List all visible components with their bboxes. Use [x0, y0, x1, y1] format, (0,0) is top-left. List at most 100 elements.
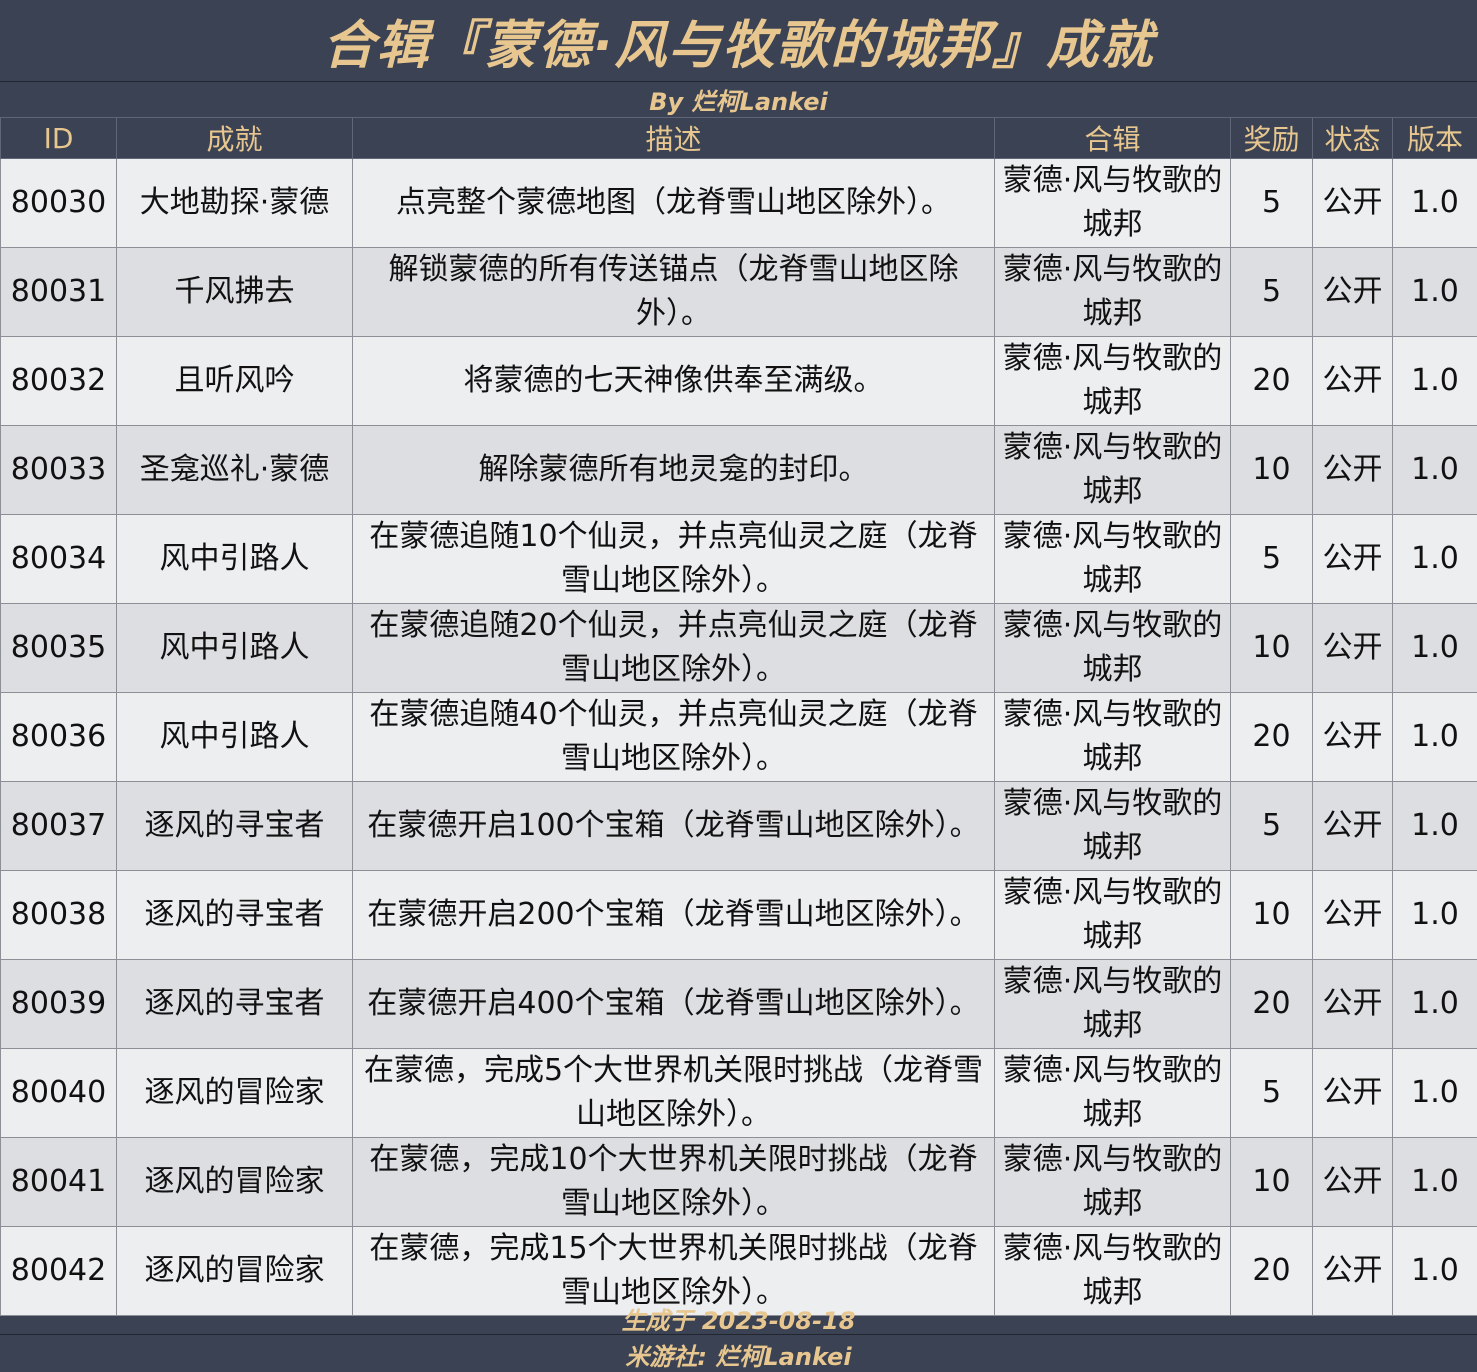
table-row: 80030 大地勘探·蒙德 点亮整个蒙德地图（龙脊雪山地区除外）。 蒙德·风与牧歌的城…	[0, 158, 1477, 248]
cell-desc: 在蒙德开启400个宝箱（龙脊雪山地区除外）。	[352, 959, 995, 1049]
cell-status: 公开	[1312, 870, 1393, 960]
cell-name: 风中引路人	[116, 692, 353, 782]
table-body: 80030 大地勘探·蒙德 点亮整个蒙德地图（龙脊雪山地区除外）。 蒙德·风与牧歌的城…	[0, 158, 1477, 1316]
cell-name: 逐风的冒险家	[116, 1048, 353, 1138]
table-row: 80038 逐风的寻宝者 在蒙德开启200个宝箱（龙脊雪山地区除外）。 蒙德·风与牧歌…	[0, 870, 1477, 960]
cell-series: 蒙德·风与牧歌的城邦	[994, 781, 1231, 871]
cell-name: 圣龛巡礼·蒙德	[116, 425, 353, 515]
cell-status: 公开	[1312, 781, 1393, 871]
cell-desc: 在蒙德追随10个仙灵，并点亮仙灵之庭（龙脊雪山地区除外）。	[352, 514, 995, 604]
cell-name: 逐风的寻宝者	[116, 959, 353, 1049]
column-header-id: ID	[0, 117, 117, 159]
cell-version: 1.0	[1392, 781, 1477, 871]
column-header-desc: 描述	[352, 117, 995, 159]
cell-status: 公开	[1312, 603, 1393, 693]
table-row: 80032 且听风吟 将蒙德的七天神像供奉至满级。 蒙德·风与牧歌的城邦 20 公开 1.0	[0, 336, 1477, 426]
cell-series: 蒙德·风与牧歌的城邦	[994, 158, 1231, 248]
cell-series: 蒙德·风与牧歌的城邦	[994, 1048, 1231, 1138]
cell-reward: 5	[1230, 158, 1313, 248]
cell-status: 公开	[1312, 1137, 1393, 1227]
column-header-version: 版本	[1392, 117, 1477, 159]
cell-desc: 解除蒙德所有地灵龛的封印。	[352, 425, 995, 515]
cell-reward: 10	[1230, 425, 1313, 515]
cell-id: 80031	[0, 247, 117, 337]
cell-version: 1.0	[1392, 247, 1477, 337]
cell-series: 蒙德·风与牧歌的城邦	[994, 692, 1231, 782]
footer-credit: 米游社: 烂柯Lankei	[625, 1343, 852, 1371]
cell-reward: 10	[1230, 603, 1313, 693]
cell-desc: 在蒙德开启200个宝箱（龙脊雪山地区除外）。	[352, 870, 995, 960]
cell-version: 1.0	[1392, 336, 1477, 426]
cell-name: 逐风的冒险家	[116, 1137, 353, 1227]
cell-name: 风中引路人	[116, 603, 353, 693]
table-row: 80036 风中引路人 在蒙德追随40个仙灵，并点亮仙灵之庭（龙脊雪山地区除外）。蒙…	[0, 692, 1477, 782]
cell-name: 且听风吟	[116, 336, 353, 426]
cell-version: 1.0	[1392, 603, 1477, 693]
cell-reward: 5	[1230, 781, 1313, 871]
cell-id: 80039	[0, 959, 117, 1049]
cell-id: 80038	[0, 870, 117, 960]
page-title: 合辑『蒙德·风与牧歌的城邦』成就	[0, 0, 1477, 82]
table-row: 80035 风中引路人 在蒙德追随20个仙灵，并点亮仙灵之庭（龙脊雪山地区除外）。蒙…	[0, 603, 1477, 693]
cell-status: 公开	[1312, 514, 1393, 604]
cell-id: 80032	[0, 336, 117, 426]
cell-version: 1.0	[1392, 158, 1477, 248]
cell-id: 80036	[0, 692, 117, 782]
cell-name: 风中引路人	[116, 514, 353, 604]
cell-version: 1.0	[1392, 959, 1477, 1049]
cell-reward: 20	[1230, 959, 1313, 1049]
table-row: 80037 逐风的寻宝者 在蒙德开启100个宝箱（龙脊雪山地区除外）。 蒙德·风与牧歌…	[0, 781, 1477, 871]
cell-reward: 10	[1230, 870, 1313, 960]
cell-name: 逐风的寻宝者	[116, 781, 353, 871]
cell-desc: 解锁蒙德的所有传送锚点（龙脊雪山地区除外）。	[352, 247, 995, 337]
cell-series: 蒙德·风与牧歌的城邦	[994, 247, 1231, 337]
cell-status: 公开	[1312, 247, 1393, 337]
cell-version: 1.0	[1392, 692, 1477, 782]
cell-version: 1.0	[1392, 514, 1477, 604]
cell-id: 80035	[0, 603, 117, 693]
cell-id: 80037	[0, 781, 117, 871]
cell-desc: 在蒙德追随20个仙灵，并点亮仙灵之庭（龙脊雪山地区除外）。	[352, 603, 995, 693]
achievements-table: ID 成就 描述 合辑 奖励 状态 版本 80030 大地勘探·蒙德 点亮整个蒙德地…	[0, 117, 1477, 1316]
cell-id: 80030	[0, 158, 117, 248]
table-row: 80033 圣龛巡礼·蒙德 解除蒙德所有地灵龛的封印。 蒙德·风与牧歌的城邦 10 公开 1…	[0, 425, 1477, 515]
cell-id: 80033	[0, 425, 117, 515]
cell-series: 蒙德·风与牧歌的城邦	[994, 870, 1231, 960]
column-header-reward: 奖励	[1230, 117, 1313, 159]
cell-name: 逐风的寻宝者	[116, 870, 353, 960]
cell-reward: 5	[1230, 1048, 1313, 1138]
table-row: 80031 千风拂去 解锁蒙德的所有传送锚点（龙脊雪山地区除外）。 蒙德·风与牧歌的城…	[0, 247, 1477, 337]
cell-series: 蒙德·风与牧歌的城邦	[994, 514, 1231, 604]
cell-id: 80040	[0, 1048, 117, 1138]
cell-reward: 20	[1230, 692, 1313, 782]
cell-reward: 5	[1230, 514, 1313, 604]
cell-desc: 在蒙德，完成5个大世界机关限时挑战（龙脊雪山地区除外）。	[352, 1048, 995, 1138]
table-row: 80039 逐风的寻宝者 在蒙德开启400个宝箱（龙脊雪山地区除外）。 蒙德·风与牧歌…	[0, 959, 1477, 1049]
cell-desc: 在蒙德，完成10个大世界机关限时挑战（龙脊雪山地区除外）。	[352, 1137, 995, 1227]
cell-status: 公开	[1312, 425, 1393, 515]
cell-series: 蒙德·风与牧歌的城邦	[994, 603, 1231, 693]
cell-reward: 10	[1230, 1137, 1313, 1227]
cell-reward: 20	[1230, 336, 1313, 426]
cell-version: 1.0	[1392, 1137, 1477, 1227]
cell-name: 大地勘探·蒙德	[116, 158, 353, 248]
cell-status: 公开	[1312, 692, 1393, 782]
cell-status: 公开	[1312, 959, 1393, 1049]
cell-series: 蒙德·风与牧歌的城邦	[994, 425, 1231, 515]
cell-desc: 点亮整个蒙德地图（龙脊雪山地区除外）。	[352, 158, 995, 248]
cell-series: 蒙德·风与牧歌的城邦	[994, 336, 1231, 426]
column-header-name: 成就	[116, 117, 353, 159]
cell-id: 80034	[0, 514, 117, 604]
cell-desc: 在蒙德开启100个宝箱（龙脊雪山地区除外）。	[352, 781, 995, 871]
author-credit: By 烂柯Lankei	[0, 83, 1477, 116]
cell-id: 80041	[0, 1137, 117, 1227]
cell-version: 1.0	[1392, 1048, 1477, 1138]
cell-status: 公开	[1312, 158, 1393, 248]
cell-name: 千风拂去	[116, 247, 353, 337]
cell-status: 公开	[1312, 1048, 1393, 1138]
cell-series: 蒙德·风与牧歌的城邦	[994, 1137, 1231, 1227]
cell-reward: 5	[1230, 247, 1313, 337]
table-row: 80041 逐风的冒险家 在蒙德，完成10个大世界机关限时挑战（龙脊雪山地区除外）。…	[0, 1137, 1477, 1227]
column-header-series: 合辑	[994, 117, 1231, 159]
cell-desc: 将蒙德的七天神像供奉至满级。	[352, 336, 995, 426]
